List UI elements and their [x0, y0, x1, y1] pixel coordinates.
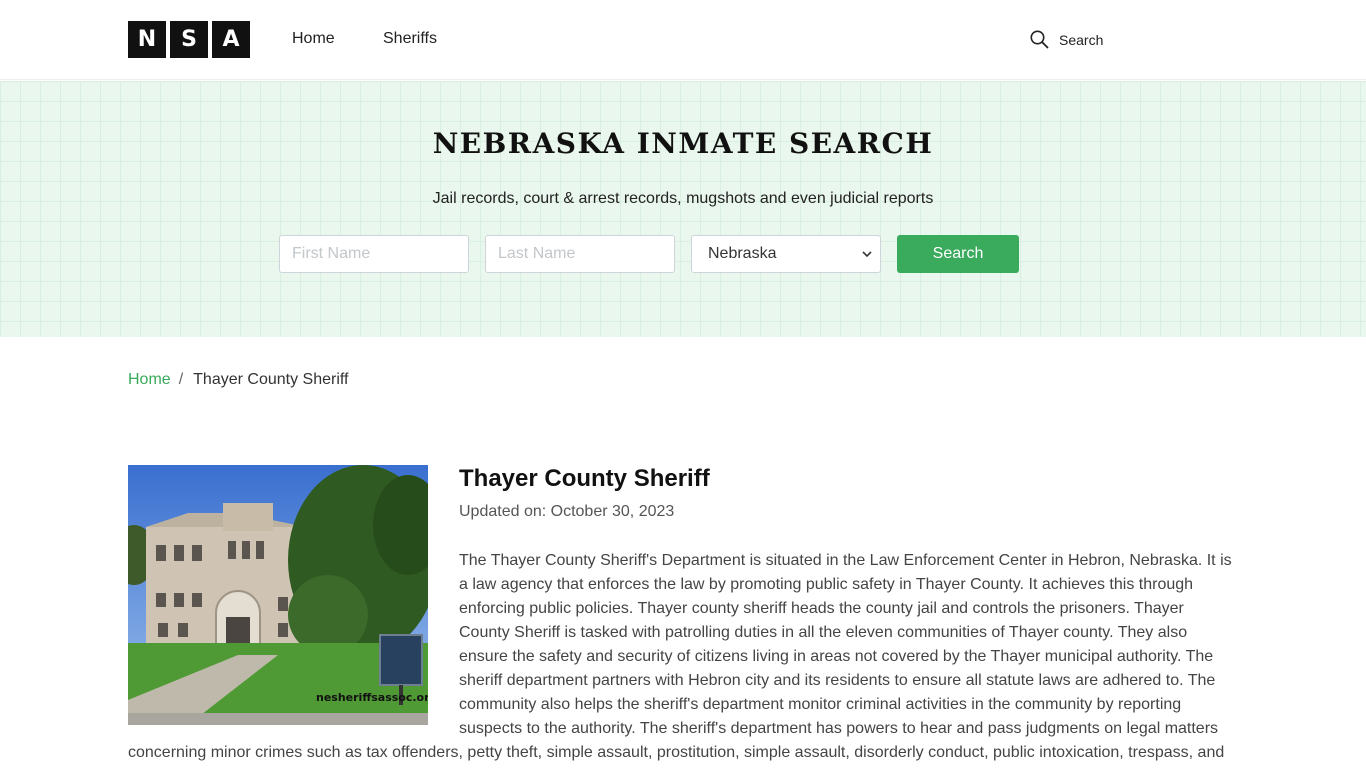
- logo-letter-n: N: [128, 21, 166, 58]
- logo-letter-s: S: [170, 21, 208, 58]
- breadcrumb-current: Thayer County Sheriff: [193, 371, 349, 388]
- search-button[interactable]: Search: [897, 235, 1019, 273]
- breadcrumb: Home / Thayer County Sheriff: [128, 371, 348, 389]
- header-search-link[interactable]: Search: [1030, 30, 1103, 49]
- first-name-input[interactable]: [279, 235, 469, 273]
- site-header: N S A Home Sheriffs Search: [0, 0, 1366, 80]
- header-search-label: Search: [1059, 31, 1104, 48]
- article-title: Thayer County Sheriff: [459, 465, 710, 492]
- breadcrumb-home-link[interactable]: Home: [128, 371, 171, 389]
- nav-sheriffs-link[interactable]: Sheriffs: [383, 30, 437, 48]
- nav-home-link[interactable]: Home: [292, 30, 335, 48]
- hero-search-section: NEBRASKA INMATE SEARCH Jail records, cou…: [0, 81, 1366, 337]
- search-icon: [1030, 30, 1049, 49]
- logo-letter-a: A: [212, 21, 250, 58]
- site-logo[interactable]: N S A: [128, 21, 250, 58]
- article-body: The Thayer County Sheriff's Department i…: [128, 549, 1234, 765]
- chevron-down-icon: [862, 245, 872, 263]
- hero-subtitle: Jail records, court & arrest records, mu…: [432, 190, 934, 207]
- state-select-value: Nebraska: [708, 245, 777, 262]
- last-name-input[interactable]: [485, 235, 675, 273]
- state-select[interactable]: Nebraska: [691, 235, 881, 273]
- hero-title: NEBRASKA INMATE SEARCH: [432, 127, 934, 160]
- updated-label: Updated on:: [459, 503, 547, 520]
- breadcrumb-separator: /: [178, 371, 184, 388]
- updated-date: October 30, 2023: [550, 503, 675, 520]
- updated-date-line: Updated on: October 30, 2023: [459, 503, 674, 521]
- photo-text-wrap-spacer: [128, 549, 459, 741]
